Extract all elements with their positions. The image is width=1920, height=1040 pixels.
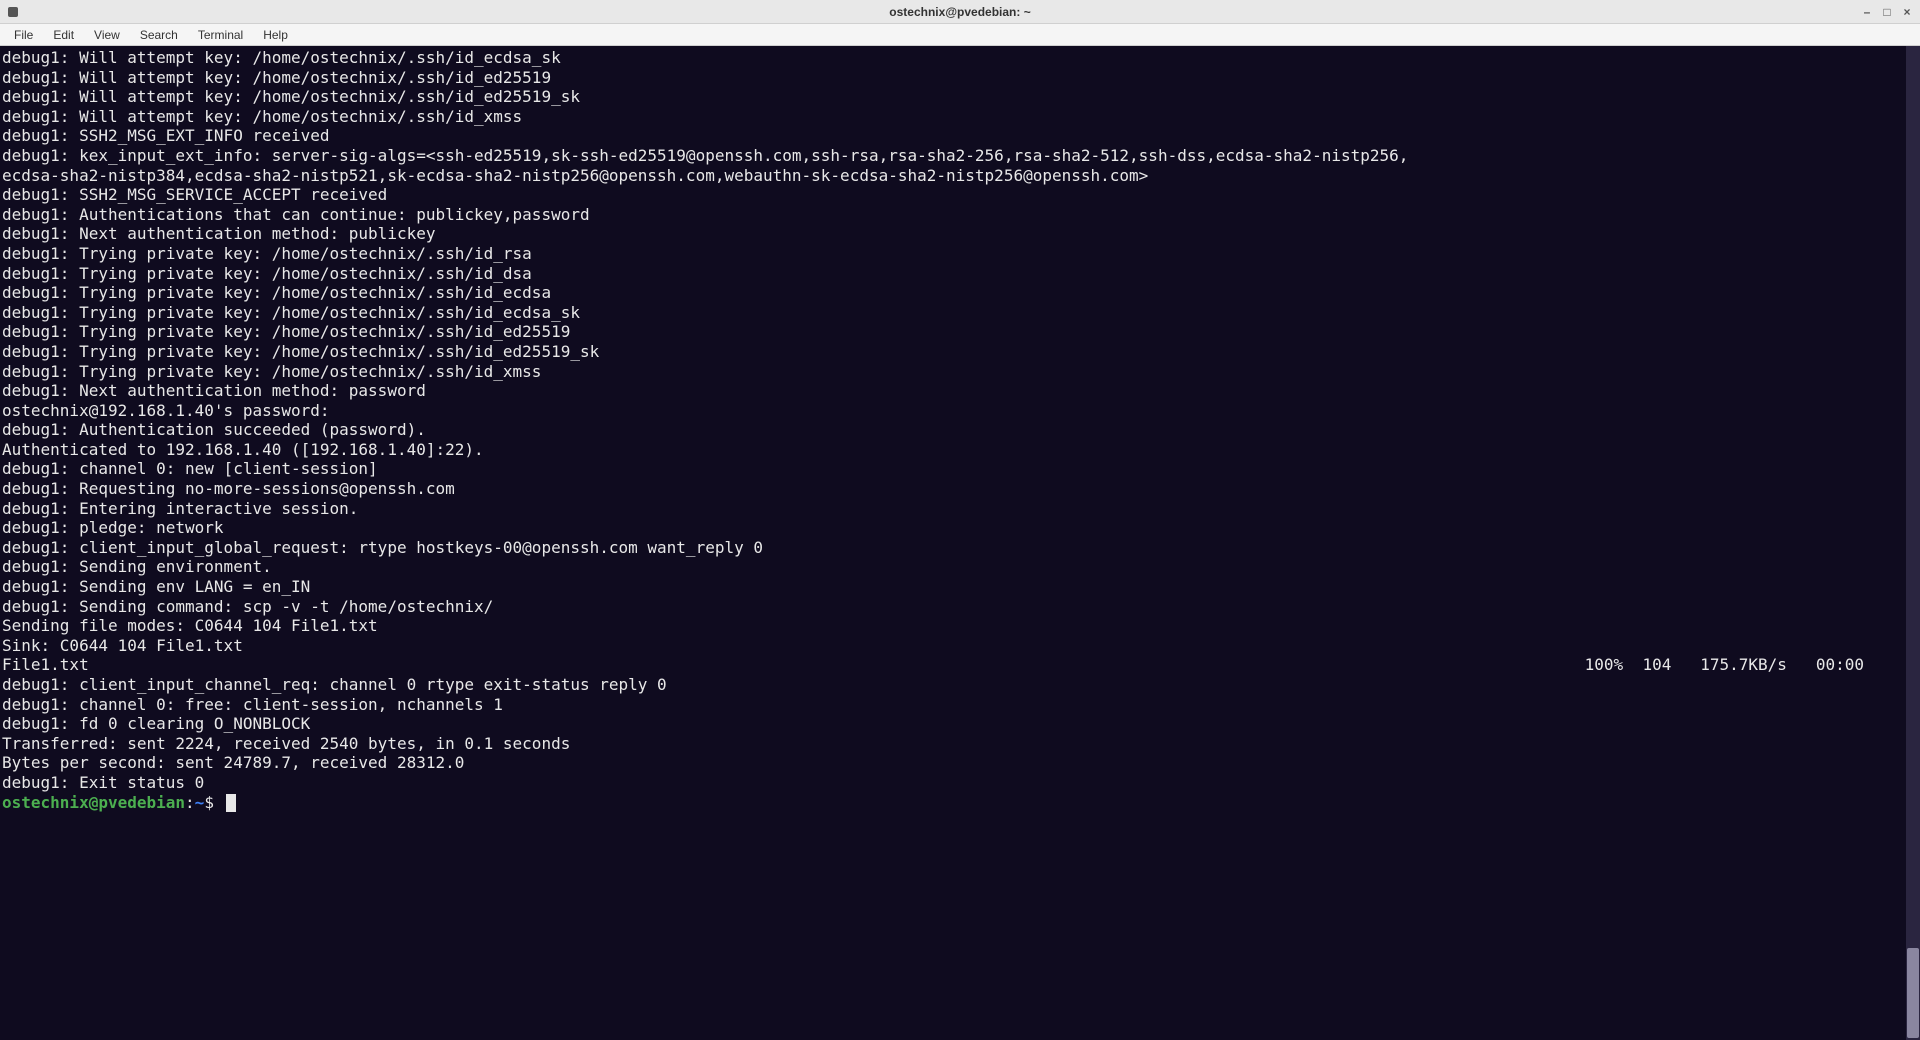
transfer-progress-line: File1.txt100% 104 175.7KB/s 00:00 (2, 655, 1904, 675)
terminal-line: debug1: channel 0: new [client-session] (2, 459, 1904, 479)
terminal-line: debug1: Next authentication method: publ… (2, 224, 1904, 244)
terminal-line: debug1: Authentication succeeded (passwo… (2, 420, 1904, 440)
menu-help[interactable]: Help (255, 26, 296, 44)
terminal-line: debug1: Trying private key: /home/ostech… (2, 283, 1904, 303)
maximize-button[interactable]: □ (1882, 7, 1892, 17)
prompt-symbol: $ (204, 793, 223, 812)
terminal-line: debug1: kex_input_ext_info: server-sig-a… (2, 146, 1904, 166)
minimize-button[interactable]: – (1862, 7, 1872, 17)
window-title: ostechnix@pvedebian: ~ (88, 5, 1832, 19)
terminal-line: debug1: Trying private key: /home/ostech… (2, 322, 1904, 342)
menu-file[interactable]: File (6, 26, 41, 44)
window-titlebar: ostechnix@pvedebian: ~ – □ × (0, 0, 1920, 24)
titlebar-left (8, 7, 88, 17)
terminal-line: debug1: Will attempt key: /home/ostechni… (2, 87, 1904, 107)
terminal-line: debug1: Entering interactive session. (2, 499, 1904, 519)
terminal-line: debug1: Trying private key: /home/ostech… (2, 244, 1904, 264)
window-controls: – □ × (1832, 7, 1912, 17)
terminal-line: ostechnix@192.168.1.40's password: (2, 401, 1904, 421)
terminal-line: Transferred: sent 2224, received 2540 by… (2, 734, 1904, 754)
terminal-line: debug1: client_input_channel_req: channe… (2, 675, 1904, 695)
terminal-line: debug1: Will attempt key: /home/ostechni… (2, 107, 1904, 127)
terminal-line: Authenticated to 192.168.1.40 ([192.168.… (2, 440, 1904, 460)
scrollbar[interactable] (1906, 46, 1920, 1040)
terminal-line: debug1: Trying private key: /home/ostech… (2, 303, 1904, 323)
terminal-line: Bytes per second: sent 24789.7, received… (2, 753, 1904, 773)
prompt-line[interactable]: ostechnix@pvedebian:~$ (2, 793, 1904, 813)
terminal-line: debug1: SSH2_MSG_SERVICE_ACCEPT received (2, 185, 1904, 205)
terminal-line: debug1: pledge: network (2, 518, 1904, 538)
terminal-line: debug1: Exit status 0 (2, 773, 1904, 793)
terminal-line: debug1: Will attempt key: /home/ostechni… (2, 68, 1904, 88)
terminal-line: debug1: channel 0: free: client-session,… (2, 695, 1904, 715)
terminal-line: debug1: fd 0 clearing O_NONBLOCK (2, 714, 1904, 734)
transfer-stats: 100% 104 175.7KB/s 00:00 (89, 655, 1904, 675)
terminal-line: debug1: Sending env LANG = en_IN (2, 577, 1904, 597)
terminal-line: debug1: Trying private key: /home/ostech… (2, 362, 1904, 382)
prompt-user-host: ostechnix@pvedebian (2, 793, 185, 812)
terminal-line: debug1: Sending command: scp -v -t /home… (2, 597, 1904, 617)
menu-edit[interactable]: Edit (45, 26, 82, 44)
terminal-output[interactable]: debug1: Will attempt key: /home/ostechni… (0, 46, 1906, 1040)
menu-search[interactable]: Search (132, 26, 186, 44)
close-button[interactable]: × (1902, 7, 1912, 17)
prompt-separator: : (185, 793, 195, 812)
terminal-line: debug1: Requesting no-more-sessions@open… (2, 479, 1904, 499)
terminal-line: Sending file modes: C0644 104 File1.txt (2, 616, 1904, 636)
terminal-line: debug1: client_input_global_request: rty… (2, 538, 1904, 558)
terminal-line: debug1: Sending environment. (2, 557, 1904, 577)
terminal-container: debug1: Will attempt key: /home/ostechni… (0, 46, 1920, 1040)
terminal-line: debug1: Next authentication method: pass… (2, 381, 1904, 401)
terminal-line: debug1: Trying private key: /home/ostech… (2, 342, 1904, 362)
terminal-line: debug1: Will attempt key: /home/ostechni… (2, 48, 1904, 68)
terminal-line: debug1: Trying private key: /home/ostech… (2, 264, 1904, 284)
terminal-line: Sink: C0644 104 File1.txt (2, 636, 1904, 656)
menu-bar: File Edit View Search Terminal Help (0, 24, 1920, 46)
app-icon (8, 7, 18, 17)
menu-view[interactable]: View (86, 26, 128, 44)
prompt-path: ~ (195, 793, 205, 812)
terminal-line: debug1: SSH2_MSG_EXT_INFO received (2, 126, 1904, 146)
transfer-filename: File1.txt (2, 655, 89, 675)
terminal-line: debug1: Authentications that can continu… (2, 205, 1904, 225)
terminal-line: ecdsa-sha2-nistp384,ecdsa-sha2-nistp521,… (2, 166, 1904, 186)
menu-terminal[interactable]: Terminal (190, 26, 251, 44)
scrollbar-thumb[interactable] (1907, 948, 1919, 1038)
cursor (226, 794, 236, 812)
